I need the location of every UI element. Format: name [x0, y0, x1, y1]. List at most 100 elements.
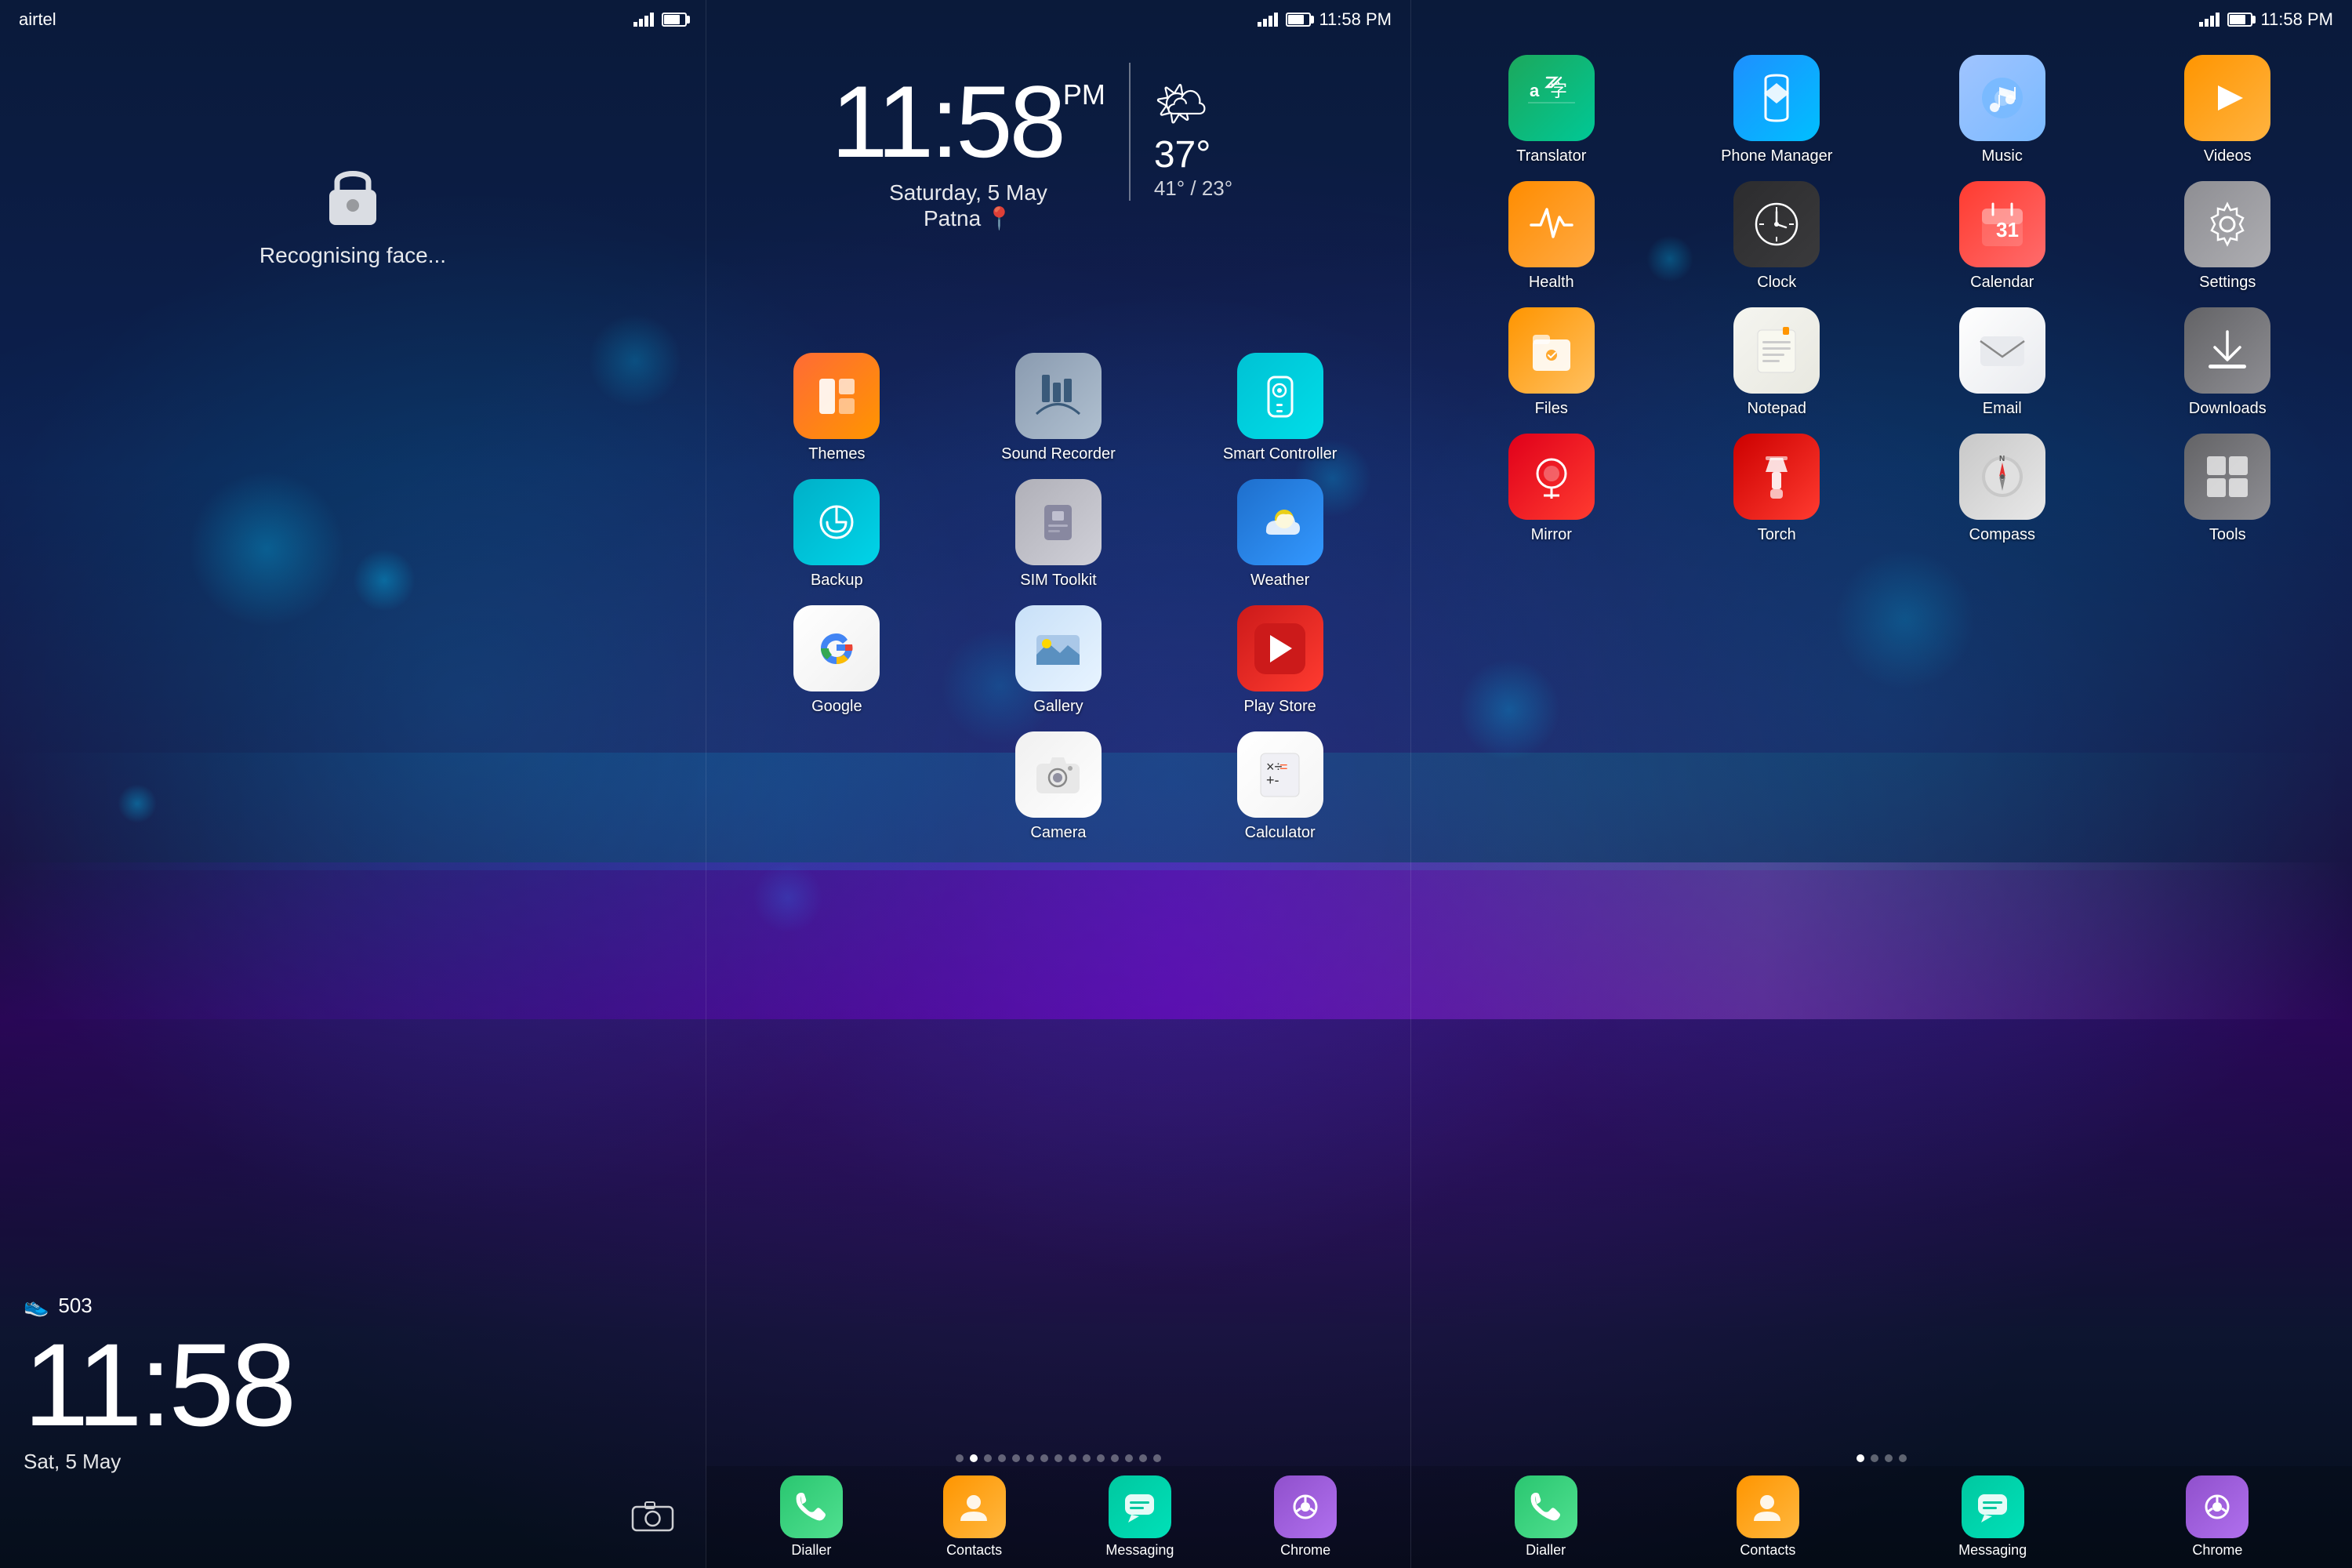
play-store-label: Play Store [1244, 698, 1316, 716]
dot-2[interactable] [984, 1454, 992, 1462]
notepad-label: Notepad [1747, 400, 1806, 418]
mirror-label: Mirror [1531, 526, 1572, 544]
google-label: Google [811, 698, 862, 716]
status-right-right: 11:58 PM [2199, 9, 2333, 30]
right-dot-2[interactable] [1885, 1454, 1893, 1462]
dot-1[interactable] [970, 1454, 978, 1462]
app-sim-toolkit[interactable]: SIM Toolkit [952, 479, 1166, 590]
camera-button[interactable] [631, 1497, 674, 1537]
dock-contacts[interactable]: Contacts [943, 1475, 1006, 1559]
app-settings[interactable]: Settings [2119, 181, 2337, 292]
app-weather[interactable]: Weather [1173, 479, 1387, 590]
play-store-icon [1237, 605, 1323, 691]
app-music[interactable]: Music [1893, 55, 2111, 165]
translator-label: Translator [1516, 147, 1586, 165]
dot-4[interactable] [1012, 1454, 1020, 1462]
weather-icon-app [1237, 479, 1323, 565]
files-label: Files [1535, 400, 1568, 418]
app-backup[interactable]: Backup [730, 479, 944, 590]
themes-icon [793, 353, 880, 439]
mid-app-grid: Themes Sound Recorder [730, 353, 1387, 842]
clock-ampm: PM [1063, 78, 1105, 111]
app-calculator[interactable]: ×÷ +- = Calculator [1173, 731, 1387, 842]
app-calendar[interactable]: 31 Calendar [1893, 181, 2111, 292]
dot-8[interactable] [1069, 1454, 1076, 1462]
right-dot-1[interactable] [1871, 1454, 1878, 1462]
music-icon [1959, 55, 2045, 141]
app-compass[interactable]: N Compass [1893, 434, 2111, 544]
app-play-store[interactable]: Play Store [1173, 605, 1387, 716]
app-gallery[interactable]: Gallery [952, 605, 1166, 716]
dot-3[interactable] [998, 1454, 1006, 1462]
right-dot-3[interactable] [1899, 1454, 1907, 1462]
app-videos[interactable]: Videos [2119, 55, 2337, 165]
downloads-label: Downloads [2189, 400, 2267, 418]
contacts-right-label: Contacts [1740, 1542, 1795, 1559]
messaging-right-icon [1962, 1475, 2024, 1538]
status-right-left [633, 13, 687, 27]
time-right: 11:58 PM [2260, 9, 2333, 30]
app-themes[interactable]: Themes [730, 353, 944, 463]
smart-controller-label: Smart Controller [1223, 445, 1338, 463]
dot-9[interactable] [1083, 1454, 1091, 1462]
app-phone-manager[interactable]: Phone Manager [1668, 55, 1886, 165]
google-icon [793, 605, 880, 691]
dock-dialler-right[interactable]: Dialler [1515, 1475, 1577, 1559]
app-tools[interactable]: Tools [2119, 434, 2337, 544]
app-sound-recorder[interactable]: Sound Recorder [952, 353, 1166, 463]
dot-0[interactable] [956, 1454, 964, 1462]
downloads-icon [2184, 307, 2270, 394]
face-unlock-text: Recognising face... [260, 243, 446, 268]
weather-temp: 37° [1154, 133, 1286, 176]
dot-10[interactable] [1097, 1454, 1105, 1462]
dialler-right-icon [1515, 1475, 1577, 1538]
app-notepad[interactable]: Notepad [1668, 307, 1886, 418]
dot-5[interactable] [1026, 1454, 1034, 1462]
app-downloads[interactable]: Downloads [2119, 307, 2337, 418]
app-translator[interactable]: a 字 Translator [1443, 55, 1661, 165]
app-smart-controller[interactable]: Smart Controller [1173, 353, 1387, 463]
app-files[interactable]: Files [1443, 307, 1661, 418]
dot-13[interactable] [1139, 1454, 1147, 1462]
right-panel: 11:58 PM a 字 Translator P [1411, 0, 2352, 1568]
right-pagination [1411, 1454, 2352, 1462]
clock-digits: 11:58 [831, 64, 1063, 179]
svg-text:N: N [1999, 455, 2005, 463]
torch-label: Torch [1758, 526, 1796, 544]
app-torch[interactable]: Torch [1668, 434, 1886, 544]
dock-dialler[interactable]: Dialler [780, 1475, 843, 1559]
settings-label: Settings [2199, 274, 2256, 292]
app-mirror[interactable]: Mirror [1443, 434, 1661, 544]
dot-7[interactable] [1054, 1454, 1062, 1462]
app-google[interactable]: Google [730, 605, 944, 716]
weather-icon: 🌤 [1154, 78, 1286, 129]
steps-count: 503 [58, 1294, 92, 1318]
dock-chrome[interactable]: Chrome [1274, 1475, 1337, 1559]
right-dock: Dialler Contacts Messaging Chrome [1411, 1466, 2352, 1568]
battery-icon-left [662, 13, 687, 27]
app-camera[interactable]: Camera [952, 731, 1166, 842]
dock-contacts-right[interactable]: Contacts [1737, 1475, 1799, 1559]
dock-messaging[interactable]: Messaging [1105, 1475, 1174, 1559]
app-clock[interactable]: Clock [1668, 181, 1886, 292]
translator-icon: a 字 [1508, 55, 1595, 141]
dock-chrome-right[interactable]: Chrome [2186, 1475, 2249, 1559]
dot-14[interactable] [1153, 1454, 1161, 1462]
right-app-grid: a 字 Translator Phone Manager [1435, 47, 2344, 552]
mid-panel: 11:58 PM 11:58PM Saturday, 5 May Patna 📍… [706, 0, 1411, 1568]
left-status-bar: airtel [0, 0, 706, 39]
email-icon [1959, 307, 2045, 394]
smart-controller-icon [1237, 353, 1323, 439]
shoe-icon: 👟 [24, 1294, 49, 1318]
dot-6[interactable] [1040, 1454, 1048, 1462]
dot-11[interactable] [1111, 1454, 1119, 1462]
sound-recorder-label: Sound Recorder [1001, 445, 1116, 463]
mirror-icon [1508, 434, 1595, 520]
app-email[interactable]: Email [1893, 307, 2111, 418]
dock-messaging-right[interactable]: Messaging [1958, 1475, 2027, 1559]
dot-12[interactable] [1125, 1454, 1133, 1462]
right-dot-0[interactable] [1857, 1454, 1864, 1462]
app-health[interactable]: Health [1443, 181, 1661, 292]
tools-label: Tools [2209, 526, 2246, 544]
dialler-right-label: Dialler [1526, 1542, 1566, 1559]
